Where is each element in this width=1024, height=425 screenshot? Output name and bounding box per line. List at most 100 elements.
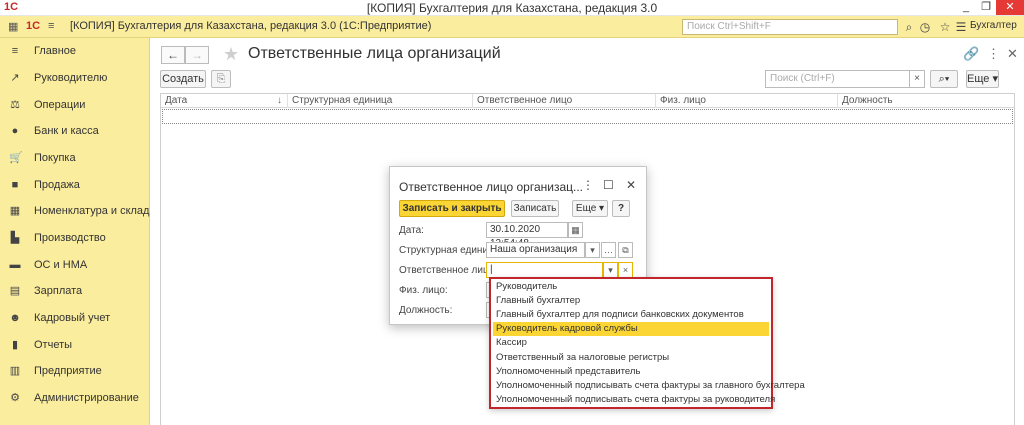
dropdown-item[interactable]: Главный бухгалтер: [493, 294, 769, 308]
sidebar-item-label: Кадровый учет: [34, 312, 111, 324]
search-button[interactable]: ⌕▾: [930, 70, 958, 88]
column-phys[interactable]: Физ. лицо: [660, 95, 706, 106]
menu-icon[interactable]: ≡: [48, 20, 54, 32]
sidebar-item-sales[interactable]: ■ Продажа: [0, 172, 150, 198]
unit-open-icon[interactable]: ⧉: [618, 242, 633, 258]
link-icon[interactable]: 🔗: [963, 46, 979, 62]
page-title: Ответственные лица организаций: [248, 45, 501, 62]
forward-button[interactable]: →: [185, 46, 209, 64]
sidebar-item-management[interactable]: ↗ Руководителю: [0, 65, 150, 91]
app-title: [КОПИЯ] Бухгалтерия для Казахстана, реда…: [70, 20, 432, 32]
unit-dropdown-icon[interactable]: ▾: [585, 242, 600, 258]
sidebar-item-enterprise[interactable]: ▥ Предприятие: [0, 358, 150, 384]
sidebar-item-main[interactable]: ≡ Главное: [0, 38, 150, 64]
close-form-icon[interactable]: ✕: [1007, 46, 1018, 62]
bag-icon: ■: [11, 179, 19, 191]
person-clear-icon[interactable]: ×: [618, 262, 633, 278]
dropdown-item-selected[interactable]: Руководитель кадровой службы: [493, 322, 769, 336]
calendar-icon[interactable]: ▦: [568, 222, 583, 238]
user-icon[interactable]: ☰: [953, 19, 969, 35]
list-search-input[interactable]: Поиск (Ctrl+F): [765, 70, 910, 88]
more-button[interactable]: Еще ▾: [966, 70, 999, 88]
history-icon[interactable]: ◷: [917, 19, 933, 35]
sidebar-item-operations[interactable]: ⚖ Операции: [0, 92, 150, 118]
sidebar-item-reports[interactable]: ▮ Отчеты: [0, 332, 150, 358]
table-header: Дата ↓ Структурная единица Ответственное…: [161, 94, 1014, 108]
create-button[interactable]: Создать: [160, 70, 206, 88]
warehouse-icon: ▦: [9, 205, 21, 217]
dialog-more-button[interactable]: Еще ▾: [572, 200, 608, 217]
clear-search-icon[interactable]: ×: [909, 70, 925, 88]
column-separator: [287, 94, 288, 108]
help-button[interactable]: ?: [612, 200, 630, 217]
search-icon[interactable]: ⌕: [901, 19, 917, 35]
sidebar-item-warehouse[interactable]: ▦ Номенклатура и склад: [0, 198, 150, 224]
sidebar-item-label: Руководителю: [34, 72, 108, 84]
save-and-close-button[interactable]: Записать и закрыть: [399, 200, 505, 217]
dialog-maximize-icon[interactable]: ☐: [603, 178, 614, 192]
trend-icon: ↗: [10, 72, 20, 84]
app-toolbar: ▦ 1С ≡ [КОПИЯ] Бухгалтерия для Казахстан…: [0, 16, 1024, 38]
dialog-close-icon[interactable]: ✕: [626, 178, 636, 192]
window-titlebar: 1С [КОПИЯ] Бухгалтерия для Казахстана, р…: [0, 0, 1024, 16]
person-label: Ответственное лицо:: [399, 265, 497, 276]
sidebar-item-purchase[interactable]: 🛒 Покупка: [0, 145, 150, 171]
restore-button[interactable]: ❐: [976, 0, 996, 15]
history-nav: ← →: [161, 46, 209, 64]
person-field[interactable]: |: [486, 262, 603, 278]
column-position[interactable]: Должность: [842, 95, 893, 106]
sidebar-item-label: Зарплата: [34, 285, 83, 297]
position-label: Должность:: [399, 305, 453, 316]
dropdown-item[interactable]: Руководитель: [493, 280, 769, 294]
dropdown-item[interactable]: Кассир: [493, 336, 769, 350]
table-row[interactable]: [162, 109, 1013, 124]
app-logo-icon: 1С: [26, 20, 41, 32]
sidebar-item-label: Отчеты: [34, 339, 73, 351]
sidebar-item-label: Операции: [34, 99, 86, 111]
user-name[interactable]: Бухгалтер: [970, 20, 1017, 31]
favorite-star-icon[interactable]: ★: [223, 44, 239, 65]
dropdown-item[interactable]: Главный бухгалтер для подписи банковских…: [493, 308, 769, 322]
dropdown-item[interactable]: Уполномоченный подписывать счета фактуры…: [493, 393, 775, 407]
more-label: Еще: [967, 73, 990, 85]
menu-icon: ≡: [11, 45, 19, 57]
column-person[interactable]: Ответственное лицо: [477, 95, 572, 106]
sidebar-item-production[interactable]: ▙ Производство: [0, 225, 150, 251]
column-separator: [472, 94, 473, 108]
truck-icon: ▬: [9, 259, 21, 271]
operations-icon: ⚖: [10, 99, 20, 111]
sidebar-item-label: Производство: [34, 232, 106, 244]
sidebar-item-bank[interactable]: ● Банк и касса: [0, 118, 150, 144]
back-button[interactable]: ←: [161, 46, 185, 64]
sidebar-item-salary[interactable]: ▤ Зарплата: [0, 278, 150, 304]
minimize-button[interactable]: _: [956, 0, 976, 15]
unit-field[interactable]: Наша организация: [486, 242, 585, 258]
sidebar-item-admin[interactable]: ⚙ Администрирование: [0, 385, 150, 411]
dialog-title: Ответственное лицо организац...: [399, 180, 584, 194]
window-controls: _ ❐ ✕: [956, 0, 1024, 15]
unit-select-button[interactable]: …: [601, 242, 616, 258]
favorites-icon[interactable]: ☆: [937, 19, 953, 35]
sidebar-item-hr[interactable]: ☻ Кадровый учет: [0, 305, 150, 331]
column-separator: [655, 94, 656, 108]
sidebar-item-label: Продажа: [34, 179, 80, 191]
column-unit[interactable]: Структурная единица: [292, 95, 392, 106]
more-menu-icon[interactable]: ⋮: [987, 46, 1000, 62]
date-field[interactable]: 30.10.2020 12:54:48: [486, 222, 568, 249]
dropdown-item[interactable]: Ответственный за налоговые регистры: [493, 351, 769, 365]
bank-icon: ●: [11, 125, 19, 137]
copy-button[interactable]: ⎘: [211, 70, 231, 88]
sidebar-item-assets[interactable]: ▬ ОС и НМА: [0, 252, 150, 278]
sidebar-item-label: Покупка: [34, 152, 76, 164]
dropdown-item[interactable]: Уполномоченный представитель: [493, 365, 769, 379]
dialog-more-icon[interactable]: ⋮: [582, 178, 594, 192]
global-search-input[interactable]: Поиск Ctrl+Shift+F: [682, 19, 898, 35]
close-window-button[interactable]: ✕: [996, 0, 1024, 15]
column-date[interactable]: Дата: [165, 95, 187, 106]
apps-grid-icon[interactable]: ▦: [8, 20, 18, 33]
save-button[interactable]: Записать: [511, 200, 559, 217]
person-dropdown-icon[interactable]: ▾: [603, 262, 618, 278]
dropdown-item[interactable]: Уполномоченный подписывать счета фактуры…: [493, 379, 805, 393]
settings-icon: ⚙: [10, 392, 20, 404]
sidebar-item-label: Предприятие: [34, 365, 102, 377]
